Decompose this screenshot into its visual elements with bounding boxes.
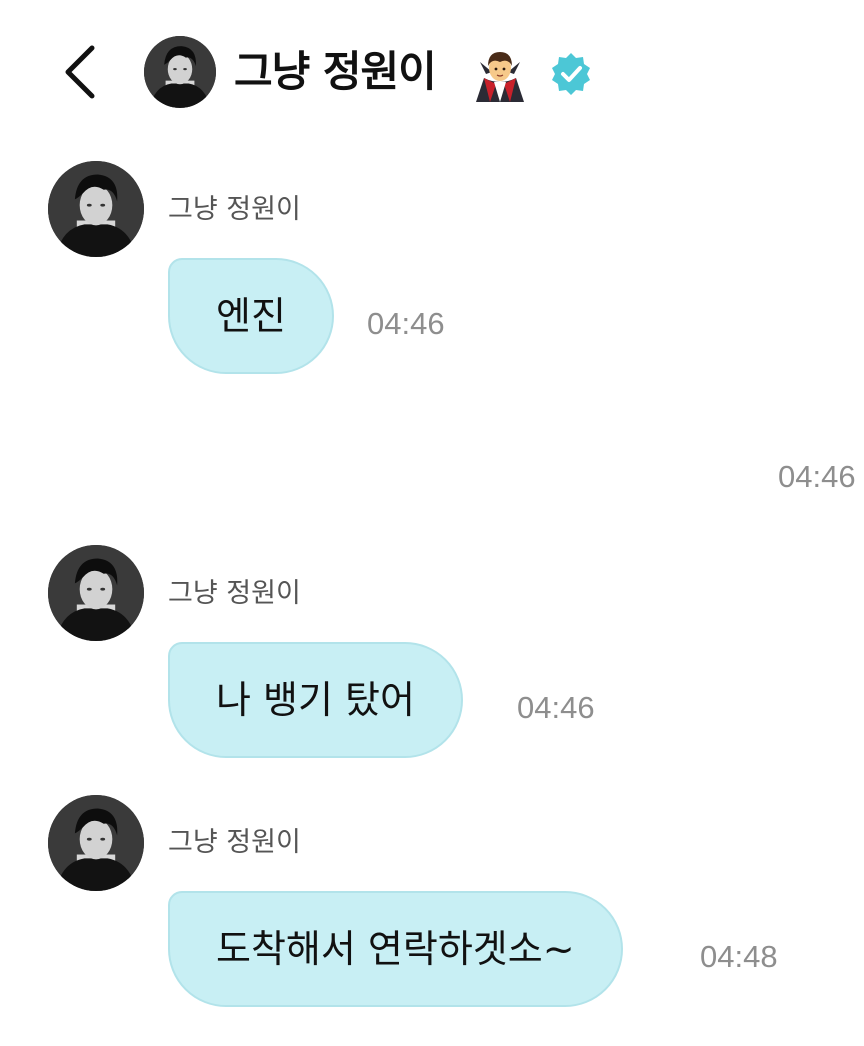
sender-avatar[interactable]: [48, 795, 144, 891]
profile-photo: [144, 36, 216, 108]
sender-name: 그냥 정원이: [168, 194, 301, 225]
profile-photo: [48, 795, 144, 891]
sender-name: 그냥 정원이: [168, 578, 301, 609]
sender-avatar[interactable]: [48, 161, 144, 257]
header-avatar[interactable]: [144, 36, 216, 108]
profile-photo: [48, 545, 144, 641]
verified-badge-icon: [548, 51, 594, 97]
sender-name: 그냥 정원이: [168, 827, 301, 858]
back-button[interactable]: [52, 40, 112, 104]
message-time: 04:46: [517, 690, 595, 725]
message-time: 04:46: [367, 306, 445, 341]
contact-name-title: 그냥 정원이: [234, 47, 437, 96]
outgoing-message-time: 04:46: [778, 459, 856, 494]
message-bubble[interactable]: 나 뱅기 탔어: [168, 642, 463, 758]
message-time: 04:48: [700, 939, 778, 974]
vampire-emoji-icon: [470, 44, 530, 104]
message-bubble[interactable]: 도착해서 연락하겟소~: [168, 891, 623, 1007]
profile-photo: [48, 161, 144, 257]
sender-avatar[interactable]: [48, 545, 144, 641]
chevron-left-icon: [65, 45, 95, 99]
message-bubble[interactable]: 엔진: [168, 258, 334, 374]
